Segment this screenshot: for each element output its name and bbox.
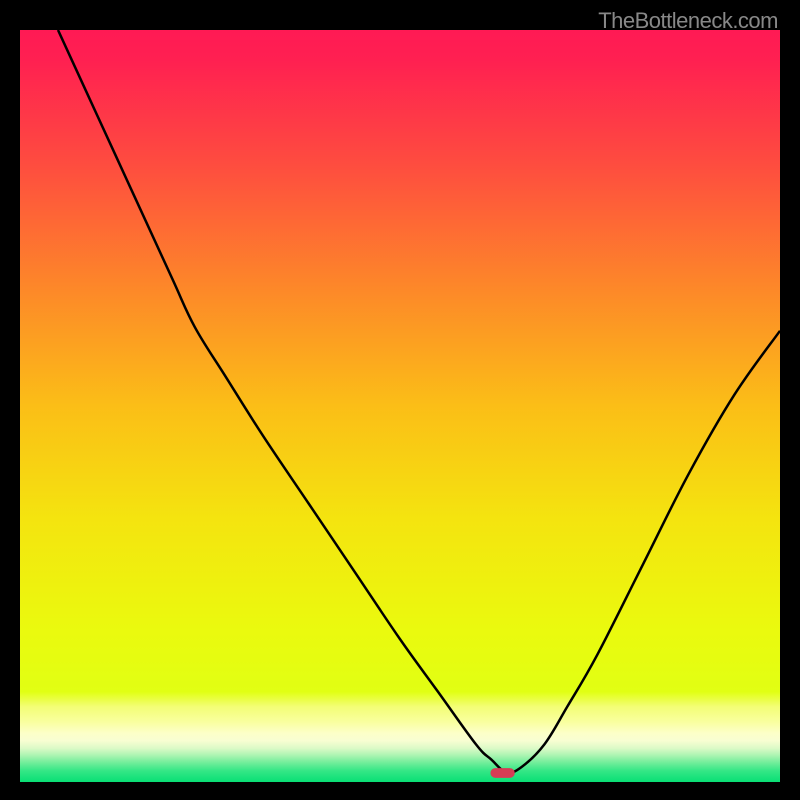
watermark-text: TheBottleneck.com bbox=[598, 8, 778, 34]
marker-pill bbox=[490, 768, 514, 778]
chart-container bbox=[20, 30, 780, 782]
chart-background bbox=[20, 30, 780, 782]
chart-svg bbox=[20, 30, 780, 782]
